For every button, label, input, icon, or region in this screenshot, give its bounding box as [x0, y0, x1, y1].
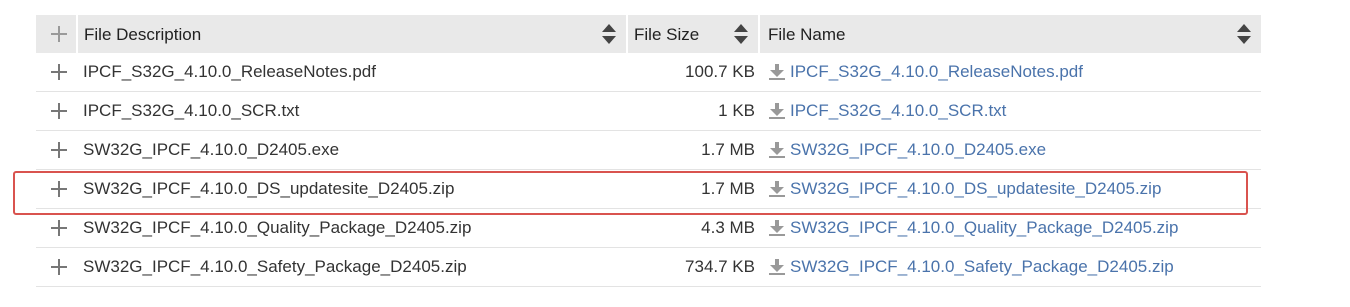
- file-description: SW32G_IPCF_4.10.0_DS_updatesite_D2405.zi…: [83, 179, 455, 198]
- download-icon[interactable]: [769, 63, 785, 81]
- file-description: SW32G_IPCF_4.10.0_D2405.exe: [83, 140, 340, 159]
- column-header-size[interactable]: File Size: [628, 15, 760, 53]
- download-icon[interactable]: [769, 141, 785, 159]
- download-icon[interactable]: [769, 180, 785, 198]
- plus-icon[interactable]: [51, 181, 67, 197]
- plus-icon[interactable]: [51, 220, 67, 236]
- file-name-cell: SW32G_IPCF_4.10.0_Safety_Package_D2405.z…: [755, 257, 1260, 277]
- column-header-description-label: File Description: [84, 25, 202, 44]
- file-download-link[interactable]: IPCF_S32G_4.10.0_SCR.txt: [790, 101, 1006, 121]
- file-description: SW32G_IPCF_4.10.0_Quality_Package_D2405.…: [83, 218, 472, 237]
- table-row: SW32G_IPCF_4.10.0_D2405.exe 1.7 MB SW32G…: [36, 131, 1261, 170]
- file-description: IPCF_S32G_4.10.0_SCR.txt: [83, 101, 300, 120]
- column-header-description[interactable]: File Description: [78, 15, 628, 53]
- file-name-cell: IPCF_S32G_4.10.0_SCR.txt: [755, 101, 1260, 121]
- expand-cell[interactable]: [36, 209, 78, 247]
- expand-cell[interactable]: [36, 131, 78, 169]
- file-description: SW32G_IPCF_4.10.0_Safety_Package_D2405.z…: [83, 257, 467, 276]
- table-row: IPCF_S32G_4.10.0_ReleaseNotes.pdf 100.7 …: [36, 53, 1261, 92]
- download-icon[interactable]: [769, 258, 785, 276]
- table-row: SW32G_IPCF_4.10.0_Quality_Package_D2405.…: [36, 209, 1261, 248]
- table-row: IPCF_S32G_4.10.0_SCR.txt 1 KB IPCF_S32G_…: [36, 92, 1261, 131]
- file-download-link[interactable]: SW32G_IPCF_4.10.0_Safety_Package_D2405.z…: [790, 257, 1174, 277]
- file-name-cell: SW32G_IPCF_4.10.0_Quality_Package_D2405.…: [755, 218, 1260, 238]
- download-icon[interactable]: [769, 219, 785, 237]
- file-description: IPCF_S32G_4.10.0_ReleaseNotes.pdf: [83, 62, 376, 81]
- expand-cell[interactable]: [36, 92, 78, 130]
- file-table: File Description File Size File Name IPC…: [36, 15, 1261, 287]
- download-icon[interactable]: [769, 102, 785, 120]
- plus-icon[interactable]: [51, 259, 67, 275]
- file-download-link[interactable]: SW32G_IPCF_4.10.0_DS_updatesite_D2405.zi…: [790, 179, 1161, 199]
- expand-cell[interactable]: [36, 53, 78, 91]
- file-download-link[interactable]: SW32G_IPCF_4.10.0_Quality_Package_D2405.…: [790, 218, 1178, 238]
- file-name-cell: SW32G_IPCF_4.10.0_D2405.exe: [755, 140, 1260, 160]
- table-row: SW32G_IPCF_4.10.0_DS_updatesite_D2405.zi…: [36, 170, 1261, 209]
- column-header-name[interactable]: File Name: [760, 15, 1261, 53]
- file-name-cell: SW32G_IPCF_4.10.0_DS_updatesite_D2405.zi…: [755, 179, 1260, 199]
- sort-icon[interactable]: [1236, 24, 1252, 44]
- file-download-link[interactable]: SW32G_IPCF_4.10.0_D2405.exe: [790, 140, 1046, 160]
- column-header-size-label: File Size: [634, 25, 700, 44]
- expand-all-cell[interactable]: [36, 15, 78, 53]
- table-row: SW32G_IPCF_4.10.0_Safety_Package_D2405.z…: [36, 248, 1261, 287]
- plus-icon[interactable]: [51, 26, 67, 42]
- file-size: 1 KB: [718, 101, 755, 120]
- file-size: 100.7 KB: [685, 62, 755, 81]
- expand-cell[interactable]: [36, 248, 78, 286]
- file-name-cell: IPCF_S32G_4.10.0_ReleaseNotes.pdf: [755, 62, 1260, 82]
- sort-icon[interactable]: [733, 24, 749, 44]
- sort-icon[interactable]: [601, 24, 617, 44]
- plus-icon[interactable]: [51, 142, 67, 158]
- file-download-link[interactable]: IPCF_S32G_4.10.0_ReleaseNotes.pdf: [790, 62, 1083, 82]
- file-size: 1.7 MB: [701, 140, 755, 159]
- file-size: 4.3 MB: [701, 218, 755, 237]
- column-header-name-label: File Name: [768, 25, 846, 44]
- file-size: 734.7 KB: [685, 257, 755, 276]
- file-size: 1.7 MB: [701, 179, 755, 198]
- expand-cell[interactable]: [36, 170, 78, 208]
- plus-icon[interactable]: [51, 103, 67, 119]
- plus-icon[interactable]: [51, 64, 67, 80]
- table-header: File Description File Size File Name: [36, 15, 1261, 53]
